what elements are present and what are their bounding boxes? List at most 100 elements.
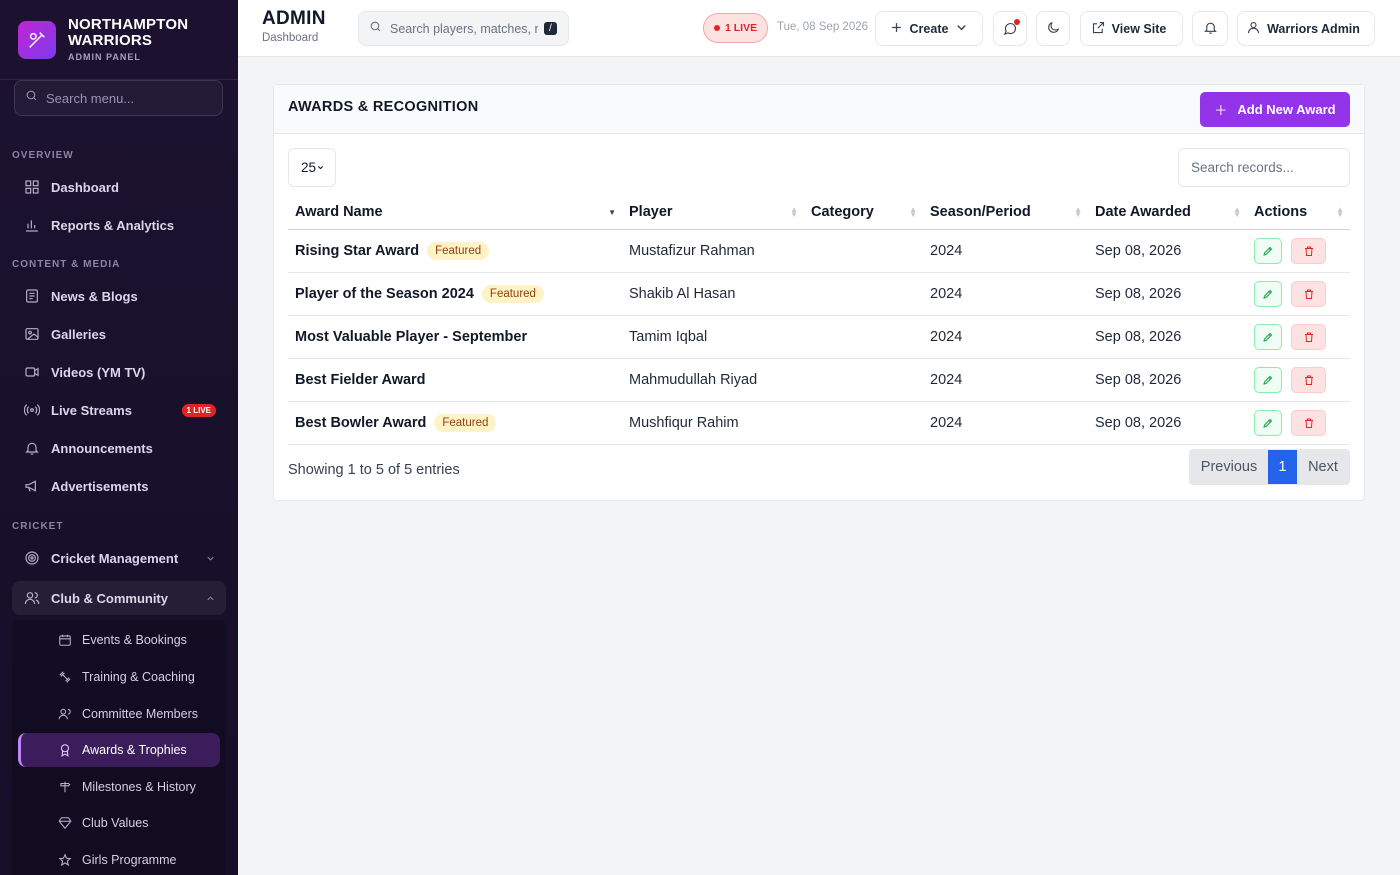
sidebar-item-label: Cricket Management (51, 550, 179, 566)
cell-award-name: Rising Star Award Featured (288, 229, 622, 273)
col-date[interactable]: Date Awarded ▲ ▼ (1088, 195, 1247, 230)
chevron-up-icon (205, 593, 216, 604)
sidebar-item-advertisements[interactable]: Advertisements (12, 469, 226, 503)
award-name: Best Fielder Award (295, 371, 426, 388)
table-header-row: Award Name ▼ Player ▲ ▼ Category ▲ ▼ Season/P… (288, 195, 1350, 230)
user-menu-button[interactable]: Warriors Admin (1237, 11, 1375, 46)
delete-button[interactable] (1291, 280, 1327, 307)
chevron-down-icon (954, 20, 969, 38)
notifications-button[interactable] (1192, 11, 1228, 46)
global-search-input[interactable] (390, 21, 538, 36)
col-category[interactable]: Category ▲ ▼ (804, 195, 923, 230)
col-player[interactable]: Player ▲ ▼ (622, 195, 804, 230)
sidebar-item-dashboard[interactable]: Dashboard (12, 170, 226, 204)
chevron-down-icon (205, 553, 216, 564)
edit-button[interactable] (1254, 366, 1282, 393)
pagination: Previous 1 Next (1189, 449, 1350, 485)
cell-category (804, 358, 923, 402)
sort-icon: ▲ ▼ (1074, 205, 1082, 219)
records-search (1178, 148, 1350, 187)
section-cricket: CRICKET (12, 521, 64, 532)
pencil-icon (1263, 375, 1273, 385)
submenu-item-training[interactable]: Training & Coaching (18, 660, 220, 694)
previous-page-button[interactable]: Previous (1190, 450, 1268, 484)
top-header: ADMIN Dashboard / 1 LIVE Tue, 08 Sep 202… (238, 0, 1400, 57)
search-icon (369, 20, 382, 38)
next-page-button[interactable]: Next (1297, 450, 1349, 484)
cell-actions (1247, 358, 1350, 402)
col-actions[interactable]: Actions ▲ ▼ (1247, 195, 1350, 230)
pencil-icon (1263, 246, 1273, 256)
col-season[interactable]: Season/Period ▲ ▼ (923, 195, 1088, 230)
pencil-icon (1263, 289, 1273, 299)
create-label: Create (909, 21, 949, 36)
sidebar-search (14, 80, 223, 116)
image-icon (24, 326, 40, 342)
cell-award-name: Player of the Season 2024 Featured (288, 272, 622, 316)
edit-button[interactable] (1254, 280, 1282, 307)
plus-icon: ＋ (1214, 103, 1228, 118)
awards-card: AWARDS & RECOGNITION ＋ Add New Award 25 … (273, 84, 1365, 501)
sidebar-item-videos[interactable]: Videos (YM TV) (12, 355, 226, 389)
user-name: Warriors Admin (1267, 21, 1360, 36)
cell-player: Shakib Al Hasan (622, 272, 804, 316)
trash-icon (1304, 418, 1313, 428)
award-name: Most Valuable Player - September (295, 328, 528, 345)
theme-toggle-button[interactable] (1036, 11, 1070, 46)
diamond-icon (58, 816, 72, 830)
cell-player: Tamim Iqbal (622, 315, 804, 359)
sidebar-item-live-streams[interactable]: Live Streams 1 LIVE (12, 393, 226, 427)
delete-button[interactable] (1291, 366, 1327, 393)
edit-button[interactable] (1254, 409, 1282, 436)
broadcast-icon (24, 402, 40, 418)
submenu-item-values[interactable]: Club Values (18, 806, 220, 840)
moon-icon (1046, 20, 1061, 38)
live-status-pill[interactable]: 1 LIVE (703, 13, 769, 43)
breadcrumb[interactable]: Dashboard (262, 32, 318, 44)
cell-date: Sep 08, 2026 (1088, 358, 1247, 402)
trash-icon (1304, 246, 1313, 256)
submenu-item-committee[interactable]: Committee Members (18, 697, 220, 731)
submenu-item-label: Girls Programme (82, 853, 177, 867)
sort-icon: ▲ ▼ (909, 205, 917, 219)
cell-award-name: Most Valuable Player - September (288, 315, 622, 359)
sidebar-item-galleries[interactable]: Galleries (12, 317, 226, 351)
add-award-button[interactable]: ＋ Add New Award (1200, 92, 1350, 127)
sidebar-item-club-community[interactable]: Club & Community (12, 581, 226, 615)
cell-player: Mustafizur Rahman (622, 229, 804, 273)
brand-title-line1: NORTHAMPTON (68, 16, 189, 33)
delete-button[interactable] (1291, 323, 1327, 350)
sidebar-item-announcements[interactable]: Announcements (12, 431, 226, 465)
records-search-input[interactable] (1191, 160, 1341, 175)
sidebar-item-news[interactable]: News & Blogs (12, 279, 226, 313)
edit-button[interactable] (1254, 237, 1282, 264)
messages-button[interactable] (993, 11, 1027, 46)
cell-category (804, 401, 923, 445)
delete-button[interactable] (1291, 409, 1327, 436)
sidebar-item-label: Reports & Analytics (51, 217, 175, 233)
sidebar-search-input[interactable] (46, 90, 206, 106)
featured-badge: Featured (481, 284, 544, 303)
cell-date: Sep 08, 2026 (1088, 315, 1247, 359)
submenu-item-awards[interactable]: Awards & Trophies (18, 733, 220, 767)
pencil-icon (1263, 418, 1273, 428)
page-length-select[interactable]: 25 (288, 148, 336, 187)
create-button[interactable]: Create (875, 11, 983, 46)
sidebar-item-reports[interactable]: Reports & Analytics (12, 208, 226, 242)
submenu-item-girls[interactable]: Girls Programme (18, 843, 220, 875)
sidebar-item-cricket-management[interactable]: Cricket Management (12, 541, 226, 575)
brand[interactable]: NORTHAMPTON WARRIORS ADMIN PANEL (0, 0, 238, 80)
delete-button[interactable] (1291, 237, 1327, 264)
edit-button[interactable] (1254, 323, 1282, 350)
target-icon (24, 550, 40, 566)
view-site-button[interactable]: View Site (1080, 11, 1183, 46)
global-search: / (358, 11, 569, 46)
table-row: Player of the Season 2024 Featured Shakib… (288, 272, 1350, 316)
submenu-item-events[interactable]: Events & Bookings (18, 623, 220, 657)
page-1-button[interactable]: 1 (1268, 450, 1297, 484)
col-award-name[interactable]: Award Name ▼ (288, 195, 622, 230)
submenu-item-label: Training & Coaching (82, 670, 195, 684)
cell-date: Sep 08, 2026 (1088, 401, 1247, 445)
submenu-item-milestones[interactable]: Milestones & History (18, 770, 220, 804)
table-row: Most Valuable Player - September Tamim I… (288, 315, 1350, 359)
